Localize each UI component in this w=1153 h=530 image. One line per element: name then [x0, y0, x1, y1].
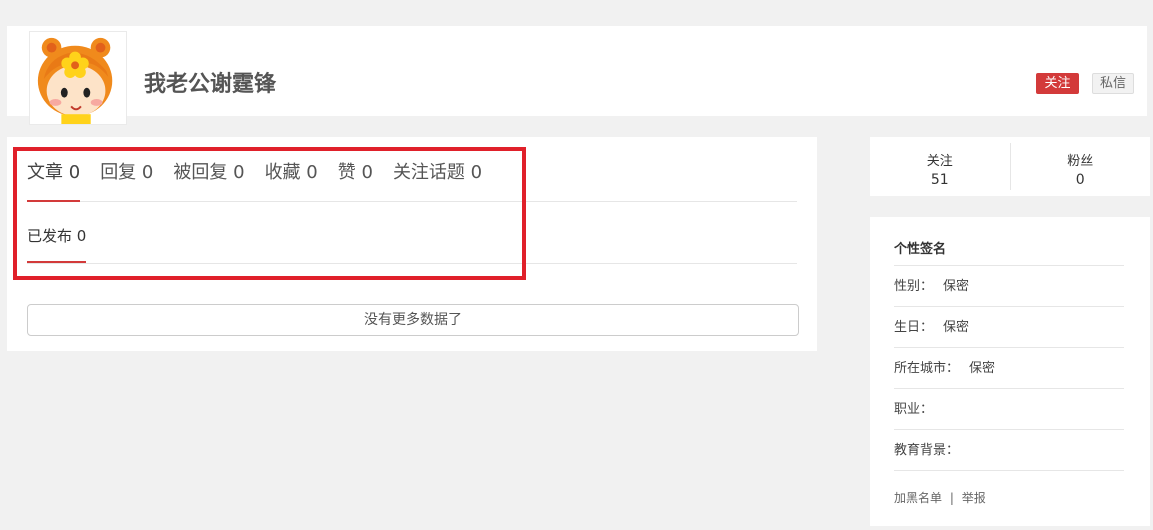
gender-label: 性别： — [894, 279, 934, 294]
username: 我老公谢霆锋 — [144, 72, 277, 97]
follow-button[interactable]: 关注 — [1036, 73, 1079, 94]
tab-likes[interactable]: 赞 0 — [338, 159, 373, 202]
following-stat[interactable]: 关注 51 — [870, 137, 1010, 196]
fans-stat[interactable]: 粉丝 0 — [1009, 143, 1151, 190]
city-value: 保密 — [969, 361, 996, 376]
tab-followed-topics[interactable]: 关注话题 0 — [393, 159, 482, 202]
content-panel: 文章 0 回复 0 被回复 0 收藏 0 赞 0 关注话题 0 已发布 0 没有… — [7, 137, 817, 351]
blacklist-link[interactable]: 加黑名单 — [894, 491, 942, 505]
follow-stats: 关注 51 粉丝 0 — [870, 137, 1150, 196]
education-row: 教育背景： — [894, 430, 1124, 471]
birthday-label: 生日： — [894, 320, 934, 335]
footer-separator: | — [949, 491, 954, 505]
following-label: 关注 — [926, 154, 953, 169]
article-subtabs: 已发布 0 — [27, 223, 797, 264]
gender-row: 性别： 保密 — [894, 266, 1124, 307]
following-count: 51 — [930, 172, 949, 188]
profile-header: 我老公谢霆锋 关注 私信 — [7, 26, 1147, 125]
fans-count: 0 — [1075, 172, 1085, 188]
birthday-value: 保密 — [943, 320, 970, 335]
message-button[interactable]: 私信 — [1092, 73, 1134, 94]
no-more-data-button[interactable]: 没有更多数据了 — [27, 304, 799, 336]
signature-title: 个性签名 — [894, 217, 1124, 266]
report-link[interactable]: 举报 — [962, 491, 986, 505]
tab-favorites[interactable]: 收藏 0 — [265, 159, 318, 202]
avatar[interactable] — [29, 31, 127, 125]
profile-footer-links: 加黑名单 | 举报 — [894, 489, 1124, 506]
education-label: 教育背景： — [894, 443, 960, 458]
tab-articles[interactable]: 文章 0 — [27, 159, 81, 202]
city-label: 所在城市： — [894, 361, 960, 376]
content-tabs: 文章 0 回复 0 被回复 0 收藏 0 赞 0 关注话题 0 — [27, 159, 797, 202]
job-row: 职业： — [894, 389, 1124, 430]
subtab-published[interactable]: 已发布 0 — [27, 223, 87, 263]
tab-replies[interactable]: 回复 0 — [100, 159, 153, 202]
tab-replied[interactable]: 被回复 0 — [173, 159, 244, 202]
city-row: 所在城市： 保密 — [894, 348, 1124, 389]
profile-info: 个性签名 性别： 保密 生日： 保密 所在城市： 保密 职业： 教育背景： 加黑名单 … — [870, 217, 1150, 526]
fans-label: 粉丝 — [1067, 154, 1094, 169]
gender-value: 保密 — [943, 279, 970, 294]
avatar-image — [30, 32, 126, 124]
birthday-row: 生日： 保密 — [894, 307, 1124, 348]
job-label: 职业： — [894, 402, 934, 417]
